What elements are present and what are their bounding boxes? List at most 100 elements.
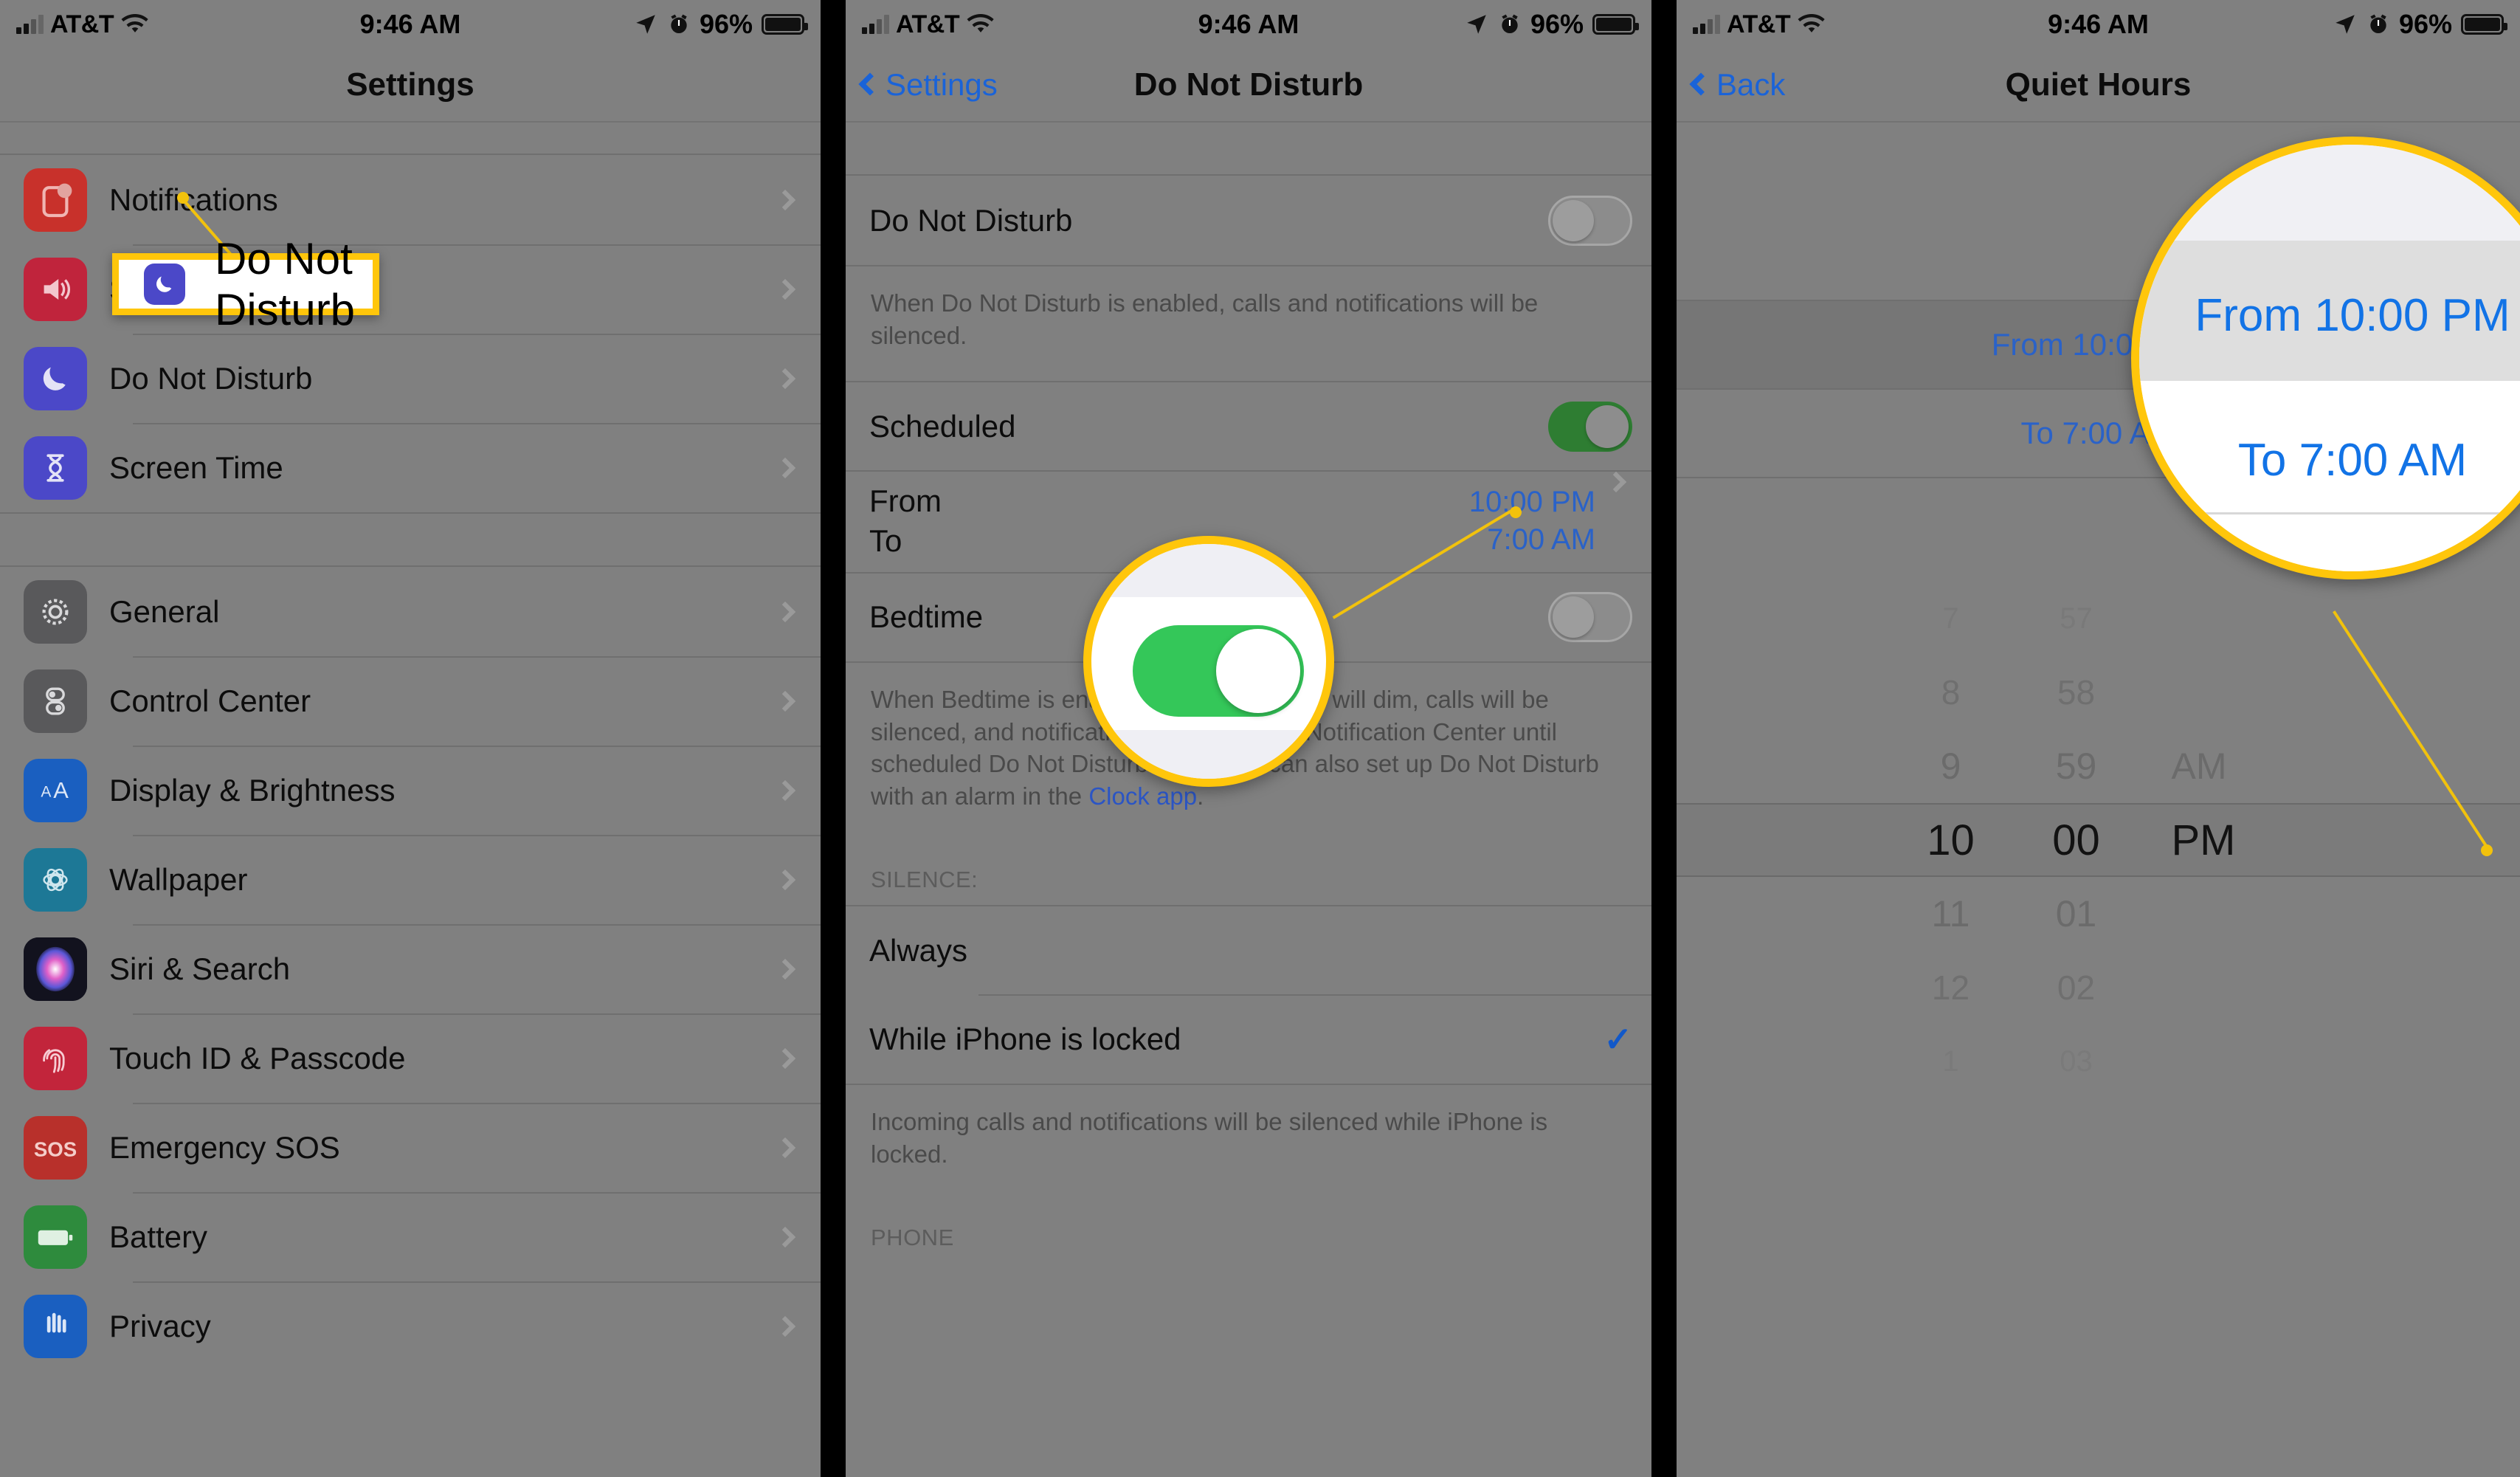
sidebar-item-general[interactable]: General	[0, 567, 821, 656]
magnifier-scheduled-toggle	[1083, 536, 1334, 787]
back-button-label: Settings	[886, 67, 998, 102]
picker-meridiem: AM	[2171, 746, 2227, 787]
status-left-3: AT&T	[1693, 10, 1826, 39]
picker-meridiem-selected: PM	[2171, 816, 2236, 864]
back-button-settings[interactable]: Settings	[858, 67, 998, 103]
bedtime-toggle[interactable]	[1548, 591, 1632, 642]
sidebar-item-label: Siri & Search	[109, 951, 291, 986]
do-not-disturb-toggle[interactable]	[1548, 195, 1632, 246]
time-picker[interactable]: 7 57 8 58 9 59 AM 10 00 PM 11 01 12 02 1…	[1677, 582, 2520, 1098]
sidebar-item-label: Do Not Disturb	[109, 360, 313, 396]
picker-hour: 1	[1942, 1044, 1959, 1078]
scheduled-toggle[interactable]	[1548, 401, 1632, 452]
chevron-right-icon	[774, 869, 796, 890]
row-label: Scheduled	[869, 408, 1016, 444]
back-button[interactable]: Back	[1689, 67, 1785, 103]
sidebar-item-wallpaper[interactable]: Wallpaper	[0, 835, 821, 924]
callout-anchor-dot-3	[2481, 844, 2493, 856]
picker-row-below-3: 1 03	[1677, 1025, 2520, 1098]
row-do-not-disturb[interactable]: Do Not Disturb	[846, 176, 1651, 265]
chevron-right-icon	[774, 368, 796, 389]
chevron-left-icon	[858, 72, 882, 96]
moon-icon	[24, 346, 87, 410]
sidebar-item-screen-time[interactable]: Screen Time	[0, 423, 821, 512]
row-label: Do Not Disturb	[869, 202, 1073, 238]
picker-minute: 58	[2057, 673, 2096, 712]
alarm-clock-icon	[1502, 14, 1518, 33]
chevron-right-icon	[774, 779, 796, 801]
sidebar-item-label: Wallpaper	[109, 861, 248, 897]
sidebar-item-label: Display & Brightness	[109, 772, 396, 808]
page-title: Quiet Hours	[2005, 66, 2192, 103]
nav-bar-dnd: Settings Do Not Disturb	[846, 49, 1651, 123]
chevron-right-icon	[774, 1315, 796, 1337]
picker-row-above-2: 8 58	[1677, 655, 2520, 729]
sidebar-item-siri-search[interactable]: Siri & Search	[0, 924, 821, 1013]
battery-percent-label: 96%	[699, 9, 753, 39]
picker-hour: 12	[1931, 968, 1970, 1007]
wifi-icon	[1798, 14, 1825, 32]
row-silence-always[interactable]: Always	[846, 905, 1651, 994]
sidebar-item-do-not-disturb[interactable]: Do Not Disturb	[0, 334, 821, 423]
status-bar-3: AT&T 9:46 AM 96%	[1677, 0, 2520, 49]
picker-row-selected[interactable]: 10 00 PM	[1677, 803, 2520, 877]
battery-percent-label: 96%	[1530, 9, 1584, 39]
carrier-label: AT&T	[50, 10, 114, 38]
chevron-right-icon	[774, 189, 796, 210]
callout-anchor-dot-2	[1510, 506, 1522, 518]
magnifier-band-top-3	[2139, 145, 2520, 241]
magnifier-band-bottom	[1091, 730, 1326, 779]
chevron-right-icon	[774, 1047, 796, 1069]
sidebar-item-touch-id-passcode[interactable]: Touch ID & Passcode	[0, 1013, 821, 1103]
row-label: Always	[869, 932, 968, 968]
clock-app-link[interactable]: Clock app	[1088, 782, 1197, 810]
sidebar-item-emergency-sos[interactable]: SOS Emergency SOS	[0, 1103, 821, 1192]
chevron-right-icon	[774, 278, 796, 300]
sidebar-item-label: General	[109, 593, 220, 629]
sidebar-item-notifications[interactable]: Notifications	[0, 155, 821, 244]
phone-section-header: PHONE	[871, 1225, 954, 1251]
notifications-icon	[24, 168, 87, 232]
location-arrow-icon	[2336, 15, 2355, 34]
battery-icon	[2461, 14, 2507, 35]
picker-minute: 01	[2055, 893, 2097, 934]
panel-quiet-hours: AT&T 9:46 AM 96% Back Quiet Hours From 1…	[1677, 0, 2520, 1477]
status-bar-2: AT&T 9:46 AM 96%	[846, 0, 1651, 49]
chevron-right-icon	[1605, 471, 1627, 493]
row-label: While iPhone is locked	[869, 1021, 1181, 1056]
sidebar-item-display-brightness[interactable]: A A Display & Brightness	[0, 746, 821, 835]
list-group-gap-1	[0, 512, 821, 567]
silence-footnote: Incoming calls and notifications will be…	[846, 1084, 1651, 1199]
from-label: From	[869, 483, 942, 519]
sidebar-item-privacy[interactable]: Privacy	[0, 1281, 821, 1371]
chevron-right-icon	[774, 690, 796, 712]
control-center-icon	[24, 669, 87, 733]
magnifier-divider-3	[2139, 512, 2520, 514]
chevron-left-icon	[1689, 72, 1713, 96]
location-arrow-icon	[1467, 15, 1486, 34]
nav-bar-quiet-hours: Back Quiet Hours	[1677, 49, 2520, 123]
chevron-right-icon	[774, 958, 796, 979]
sidebar-item-control-center[interactable]: Control Center	[0, 656, 821, 746]
status-left-2: AT&T	[862, 10, 995, 39]
picker-row-below-1: 11 01	[1677, 877, 2520, 951]
display-brightness-icon: A A	[24, 758, 87, 822]
sidebar-item-battery[interactable]: Battery	[0, 1192, 821, 1281]
panel-settings: AT&T 9:46 AM 96% Settings Notifications …	[0, 0, 821, 1477]
wifi-icon	[967, 14, 994, 32]
battery-icon	[1592, 14, 1639, 35]
screenshot-stage: AT&T 9:46 AM 96% Settings Notifications …	[0, 0, 2520, 1477]
svg-text:A: A	[53, 777, 69, 802]
magnifier-quiet-hours-times: From 10:00 PM To 7:00 AM	[2131, 137, 2520, 579]
magnifier-content	[1091, 544, 1326, 779]
sidebar-item-label: Touch ID & Passcode	[109, 1040, 406, 1075]
carrier-label: AT&T	[1727, 10, 1791, 38]
sidebar-item-label: Emergency SOS	[109, 1129, 340, 1165]
sidebar-item-label: Privacy	[109, 1308, 211, 1343]
panel-divider-1	[821, 0, 846, 1477]
battery-app-icon	[24, 1205, 87, 1269]
row-silence-while-locked[interactable]: While iPhone is locked ✓	[846, 994, 1651, 1084]
picker-row-below-2: 12 02	[1677, 951, 2520, 1025]
row-scheduled[interactable]: Scheduled	[846, 381, 1651, 470]
status-bar-1: AT&T 9:46 AM 96%	[0, 0, 821, 49]
